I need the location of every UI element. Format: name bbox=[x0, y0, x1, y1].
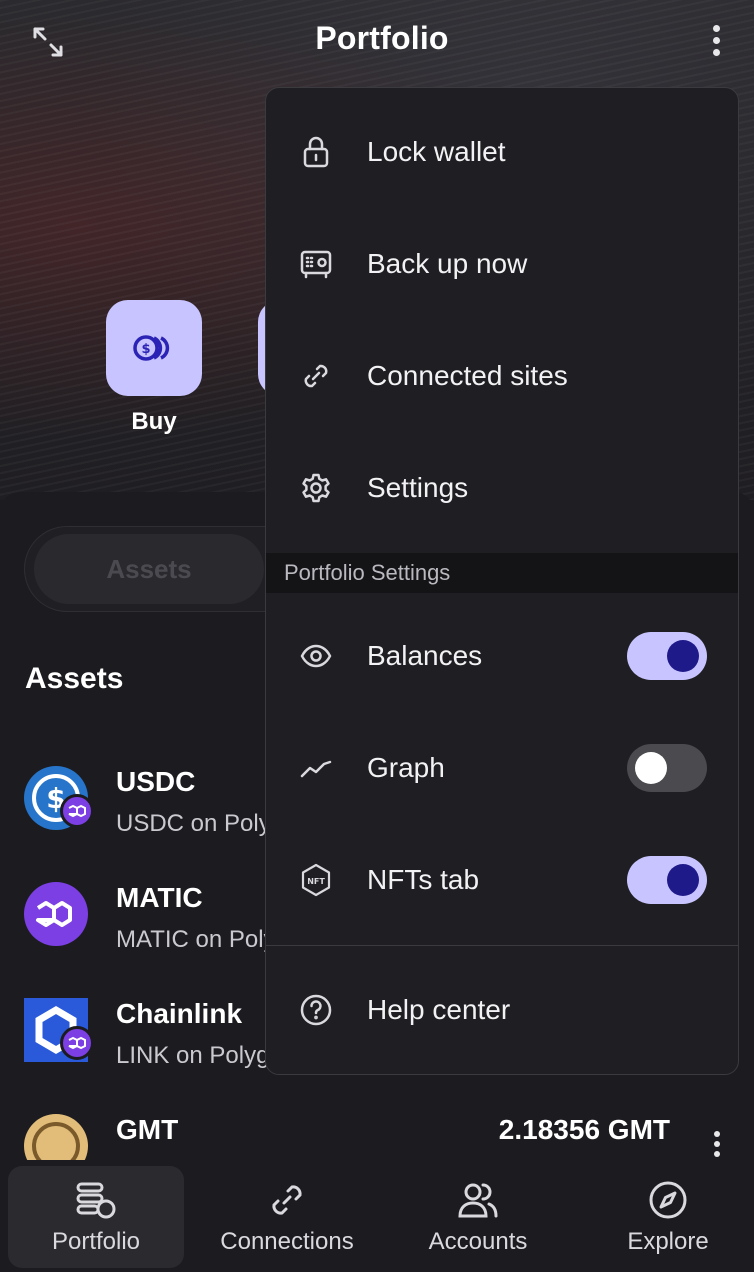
page-title: Portfolio bbox=[315, 20, 449, 56]
more-menu: Lock wallet Back up now Connected sites bbox=[265, 87, 739, 1075]
menu-item-label: Settings bbox=[367, 472, 469, 503]
graph-toggle[interactable] bbox=[627, 744, 707, 792]
dot-icon bbox=[714, 1131, 720, 1137]
menu-section-title: Portfolio Settings bbox=[284, 560, 451, 585]
toggle-knob bbox=[667, 864, 699, 896]
coins-icon: $ bbox=[133, 335, 170, 361]
link-icon bbox=[272, 1185, 302, 1215]
menu-item-help-center[interactable]: Help center bbox=[266, 954, 738, 1066]
bottom-nav: Portfolio Connections Accounts Explore bbox=[0, 1160, 754, 1272]
buy-button[interactable]: $ bbox=[106, 300, 202, 396]
tab-assets[interactable]: Assets bbox=[34, 534, 264, 604]
svg-text:NFT: NFT bbox=[307, 877, 325, 886]
menu-toggle-graph[interactable]: Graph bbox=[266, 712, 738, 824]
toggle-knob bbox=[667, 640, 699, 672]
menu-toggle-balances[interactable]: Balances bbox=[266, 600, 738, 712]
nav-accounts[interactable]: Accounts bbox=[390, 1166, 566, 1268]
nav-label: Accounts bbox=[428, 1228, 528, 1255]
asset-options-button[interactable] bbox=[710, 1124, 724, 1160]
more-menu-button[interactable] bbox=[700, 18, 732, 62]
safe-icon bbox=[298, 208, 334, 320]
gear-icon bbox=[298, 432, 334, 544]
nav-label: Connections bbox=[220, 1228, 354, 1255]
menu-item-label: NFTs tab bbox=[367, 864, 480, 895]
menu-item-connected-sites[interactable]: Connected sites bbox=[266, 320, 738, 432]
menu-divider bbox=[266, 945, 738, 946]
compass-icon bbox=[649, 1181, 687, 1219]
toggle-knob bbox=[635, 752, 667, 784]
asset-name: USDC bbox=[116, 766, 196, 797]
nav-connections[interactable]: Connections bbox=[199, 1166, 375, 1268]
menu-toggle-nfts[interactable]: NFT NFTs tab bbox=[266, 824, 738, 936]
nft-icon: NFT bbox=[298, 824, 334, 936]
asset-row-gmt[interactable]: GMT 2.18356 GMT bbox=[0, 1114, 754, 1160]
lock-icon bbox=[298, 96, 334, 208]
asset-balance: 2.18356 GMT bbox=[498, 1114, 670, 1145]
menu-item-label: Lock wallet bbox=[367, 136, 506, 167]
nav-explore[interactable]: Explore bbox=[580, 1166, 754, 1268]
balances-toggle[interactable] bbox=[627, 632, 707, 680]
graph-icon bbox=[298, 712, 334, 824]
users-icon bbox=[458, 1183, 498, 1218]
menu-item-lock-wallet[interactable]: Lock wallet bbox=[266, 96, 738, 208]
dot-icon bbox=[714, 1151, 720, 1157]
menu-item-label: Connected sites bbox=[367, 360, 568, 391]
polygon-badge-icon bbox=[60, 1026, 94, 1060]
eye-icon bbox=[298, 600, 334, 712]
dot-icon bbox=[712, 24, 720, 32]
nfts-toggle[interactable] bbox=[627, 856, 707, 904]
assets-heading: Assets bbox=[25, 662, 124, 695]
nav-label: Portfolio bbox=[51, 1228, 141, 1255]
portfolio-icon bbox=[76, 1182, 116, 1219]
buy-label: Buy bbox=[131, 408, 177, 435]
asset-name: GMT bbox=[116, 1114, 179, 1145]
top-bar: Portfolio bbox=[0, 0, 754, 80]
nav-label: Explore bbox=[627, 1228, 709, 1255]
menu-section-header: Portfolio Settings bbox=[266, 553, 738, 593]
dot-icon bbox=[714, 1141, 720, 1147]
svg-text:$: $ bbox=[141, 342, 150, 357]
menu-item-back-up[interactable]: Back up now bbox=[266, 208, 738, 320]
menu-item-label: Graph bbox=[367, 752, 445, 783]
matic-icon bbox=[24, 882, 88, 946]
menu-item-label: Back up now bbox=[367, 248, 528, 279]
polygon-badge-icon bbox=[60, 794, 94, 828]
asset-name: Chainlink bbox=[116, 998, 243, 1029]
link-icon bbox=[298, 320, 334, 432]
nav-portfolio[interactable]: Portfolio bbox=[8, 1166, 184, 1268]
asset-name: MATIC bbox=[116, 882, 203, 913]
menu-item-label: Help center bbox=[367, 994, 511, 1025]
menu-item-label: Balances bbox=[367, 640, 483, 671]
dot-icon bbox=[712, 36, 720, 44]
question-icon bbox=[298, 954, 334, 1066]
gmt-icon bbox=[24, 1114, 88, 1160]
dot-icon bbox=[712, 48, 720, 56]
menu-item-settings[interactable]: Settings bbox=[266, 432, 738, 544]
